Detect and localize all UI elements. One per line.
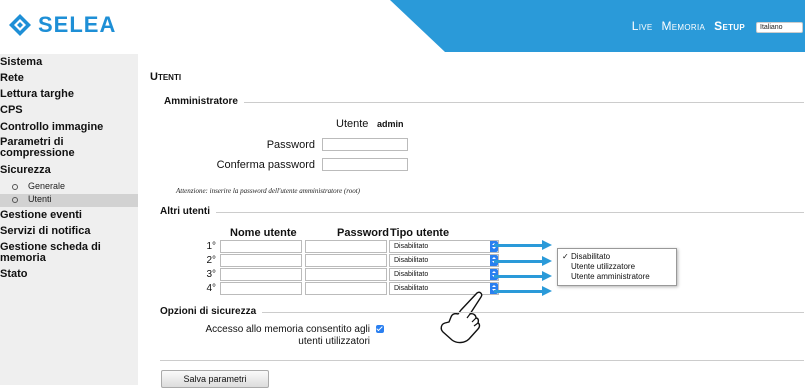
sidebar-item-sistema[interactable]: Sistema bbox=[0, 56, 42, 68]
dropdown-option-disabilitato[interactable]: Disabilitato bbox=[571, 252, 610, 261]
confirm-password-label: Conferma password bbox=[216, 159, 315, 171]
sidebar-item-cps[interactable]: CPS bbox=[0, 104, 23, 116]
user-type-select[interactable]: Disabilitato bbox=[389, 254, 499, 267]
admin-password-input[interactable] bbox=[322, 138, 408, 151]
password-label: Password bbox=[266, 139, 315, 151]
save-button[interactable]: Salva parametri bbox=[161, 370, 269, 388]
nav-memoria[interactable]: Memoria bbox=[662, 19, 706, 33]
row-number: 1° bbox=[206, 241, 216, 252]
dropdown-option-utilizzatore[interactable]: Utente utilizzatore bbox=[571, 262, 635, 271]
divider bbox=[160, 360, 804, 361]
sidebar-subitem-generale[interactable]: Generale bbox=[12, 181, 138, 194]
sidebar-subitem-label: Utenti bbox=[28, 194, 52, 204]
col-header-user-type: Tipo utente bbox=[390, 227, 450, 239]
page-title: Utenti bbox=[150, 71, 182, 83]
row-number: 3° bbox=[206, 269, 216, 280]
sidebar: Sistema Rete Lettura targhe CPS Controll… bbox=[0, 54, 138, 385]
checkmark-icon: ✓ bbox=[562, 252, 569, 261]
username-input[interactable] bbox=[220, 268, 302, 281]
sidebar-item-gestione-eventi[interactable]: Gestione eventi bbox=[0, 209, 82, 221]
language-select[interactable]: Italiano bbox=[756, 22, 803, 33]
sidebar-item-controllo-immagine[interactable]: Controllo immagine bbox=[0, 121, 103, 133]
sidebar-item-gestione-scheda[interactable]: Gestione scheda di memoria bbox=[0, 242, 120, 264]
dropdown-option-amministratore[interactable]: Utente amministratore bbox=[571, 272, 650, 281]
username-input[interactable] bbox=[220, 240, 302, 253]
sidebar-item-stato[interactable]: Stato bbox=[0, 268, 28, 280]
username-input[interactable] bbox=[220, 254, 302, 267]
user-type-dropdown: ✓ Disabilitato Utente utilizzatore Utent… bbox=[557, 248, 677, 286]
divider bbox=[160, 212, 804, 213]
admin-confirm-password-input[interactable] bbox=[322, 158, 408, 171]
header: SELEA Live Memoria Setup Italiano bbox=[0, 0, 805, 52]
sidebar-item-parametri-compressione[interactable]: Parametri di compressione bbox=[0, 137, 110, 159]
main-content: Utenti Amministratore Utente admin Passw… bbox=[150, 54, 805, 388]
arrow-icon bbox=[494, 256, 552, 266]
col-header-username: Nome utente bbox=[230, 227, 297, 239]
memory-access-label-line2: utenti utilizzatori bbox=[298, 336, 370, 347]
select-value: Disabilitato bbox=[394, 243, 429, 250]
arrow-icon bbox=[494, 286, 552, 296]
password-input[interactable] bbox=[305, 240, 387, 253]
logo: SELEA bbox=[8, 12, 116, 38]
user-type-select[interactable]: Disabilitato bbox=[389, 268, 499, 281]
memory-access-checkbox[interactable] bbox=[376, 325, 384, 333]
section-security-legend: Opzioni di sicurezza bbox=[160, 306, 263, 317]
select-value: Disabilitato bbox=[394, 285, 429, 292]
sidebar-item-lettura-targhe[interactable]: Lettura targhe bbox=[0, 88, 74, 100]
sidebar-item-servizi-notifica[interactable]: Servizi di notifica bbox=[0, 225, 90, 237]
sidebar-subitem-utenti[interactable]: Utenti bbox=[0, 194, 138, 207]
selea-logo-icon bbox=[8, 13, 32, 37]
brand-name: SELEA bbox=[38, 12, 117, 37]
bullet-icon bbox=[12, 196, 18, 203]
hand-pointer-icon bbox=[439, 290, 485, 344]
password-input[interactable] bbox=[305, 268, 387, 281]
bullet-icon bbox=[12, 183, 18, 190]
memory-access-label-line1: Accesso allo memoria consentito agli bbox=[205, 324, 370, 335]
sidebar-item-rete[interactable]: Rete bbox=[0, 72, 24, 84]
admin-user-value: admin bbox=[377, 119, 404, 129]
admin-note: Attenzione: inserire la password dell'ut… bbox=[176, 187, 360, 195]
top-nav: Live Memoria Setup bbox=[632, 19, 745, 33]
username-input[interactable] bbox=[220, 282, 302, 295]
arrow-icon bbox=[494, 271, 552, 281]
col-header-password: Password bbox=[337, 227, 389, 239]
nav-live[interactable]: Live bbox=[632, 19, 653, 33]
select-value: Disabilitato bbox=[394, 257, 429, 264]
admin-user-label: Utente bbox=[336, 118, 369, 130]
divider bbox=[164, 102, 804, 103]
password-input[interactable] bbox=[305, 254, 387, 267]
arrow-icon bbox=[494, 240, 552, 250]
password-input[interactable] bbox=[305, 282, 387, 295]
select-value: Disabilitato bbox=[394, 271, 429, 278]
nav-setup[interactable]: Setup bbox=[714, 19, 745, 33]
section-other-users-legend: Altri utenti bbox=[160, 206, 216, 217]
row-number: 2° bbox=[206, 255, 216, 266]
user-type-select[interactable]: Disabilitato bbox=[389, 240, 499, 253]
row-number: 4° bbox=[206, 283, 216, 294]
sidebar-subitem-label: Generale bbox=[28, 181, 66, 191]
section-admin-legend: Amministratore bbox=[164, 96, 244, 107]
sidebar-item-sicurezza[interactable]: Sicurezza bbox=[0, 164, 51, 176]
